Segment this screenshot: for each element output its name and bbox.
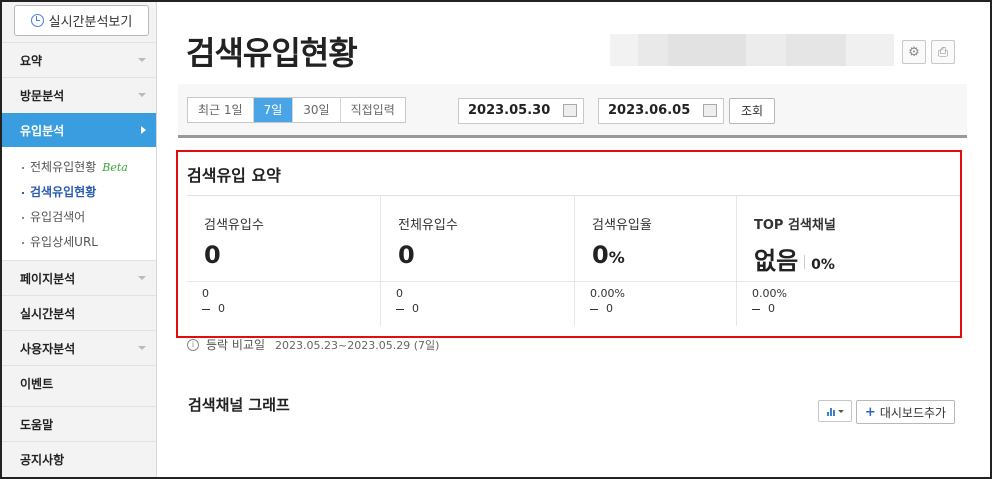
submenu-item-all-inflow[interactable]: 전체유입현황 Beta — [2, 155, 156, 180]
start-date-value: 2023.05.30 — [468, 103, 551, 118]
sidebar-item-label: 도움말 — [20, 417, 54, 432]
highlight-annotation-box — [176, 150, 962, 338]
realtime-analysis-button[interactable]: 실시간분석보기 — [14, 5, 149, 36]
sidebar-item-visit-analysis[interactable]: 방문분석 — [2, 77, 156, 112]
submenu-item-search-inflow[interactable]: 검색유입현황 — [2, 180, 156, 205]
compare-date-note: i 등락 비교일 2023.05.23~2023.05.29 (7일) — [187, 336, 439, 353]
end-date-input[interactable]: 2023.06.05 — [598, 98, 724, 124]
period-selector: 최근 1일 7일 30일 직접입력 — [187, 97, 406, 123]
calendar-icon[interactable] — [703, 104, 717, 117]
submenu-item-search-keywords[interactable]: 유입검색어 — [2, 205, 156, 230]
sidebar-item-label: 요약 — [20, 53, 43, 68]
sidebar-item-label: 유입분석 — [20, 124, 65, 138]
sidebar: 실시간분석보기 요약 방문분석 유입분석 전체유입현황 Beta 검색유입현황 유… — [2, 2, 157, 477]
end-date-value: 2023.06.05 — [608, 103, 691, 118]
add-to-dashboard-label: 대시보드추가 — [879, 405, 947, 420]
sidebar-item-events[interactable]: 이벤트 — [2, 365, 156, 400]
settings-button[interactable]: ⚙ — [902, 40, 926, 64]
compare-date-range: 2023.05.23~2023.05.29 (7일) — [275, 338, 440, 352]
period-custom[interactable]: 직접입력 — [341, 98, 405, 122]
bullet-icon — [22, 166, 24, 169]
add-to-dashboard-button[interactable]: + 대시보드추가 — [856, 400, 955, 424]
bullet-icon — [22, 216, 24, 219]
sidebar-item-label: 페이지분석 — [20, 271, 76, 286]
chevron-down-icon — [138, 276, 146, 280]
sidebar-item-notices[interactable]: 공지사항 — [2, 441, 156, 476]
bullet-icon — [22, 241, 24, 244]
caret-down-icon — [837, 409, 844, 413]
chevron-down-icon — [138, 93, 146, 97]
chart-type-dropdown[interactable] — [818, 400, 852, 422]
start-date-input[interactable]: 2023.05.30 — [458, 98, 584, 124]
sidebar-item-label: 사용자분석 — [20, 341, 76, 356]
submenu-item-detail-url[interactable]: 유입상세URL — [2, 230, 156, 255]
realtime-analysis-label: 실시간분석보기 — [48, 15, 133, 30]
period-1day[interactable]: 최근 1일 — [188, 98, 254, 122]
site-selector[interactable] — [610, 34, 894, 66]
main-content: 검색유입현황 ⚙ ⎙ 최근 1일 7일 30일 직접입력 2023.05.30 … — [158, 2, 990, 477]
sidebar-item-summary[interactable]: 요약 — [2, 42, 156, 77]
page-title: 검색유입현황 — [186, 34, 358, 72]
print-button[interactable]: ⎙ — [931, 40, 955, 64]
beta-badge: Beta — [102, 161, 128, 174]
sidebar-item-label: 공지사항 — [20, 452, 65, 467]
submenu-item-label: 검색유입현황 — [30, 185, 97, 199]
sidebar-item-label: 실시간분석 — [20, 306, 76, 321]
query-button[interactable]: 조회 — [729, 98, 775, 124]
chevron-right-icon — [141, 126, 146, 134]
sidebar-item-realtime-analysis[interactable]: 실시간분석 — [2, 295, 156, 330]
print-icon: ⎙ — [937, 44, 949, 60]
submenu-item-label: 유입상세URL — [30, 235, 98, 249]
sidebar-item-inflow-analysis[interactable]: 유입분석 — [2, 113, 156, 148]
compare-date-label: 등락 비교일 — [206, 338, 266, 352]
bar-chart-icon — [826, 407, 835, 416]
clock-icon — [30, 14, 44, 27]
chevron-down-icon — [138, 58, 146, 62]
submenu-item-label: 전체유입현황 — [30, 160, 97, 174]
date-filter-bar: 최근 1일 7일 30일 직접입력 2023.05.30 - 2023.06.0… — [178, 84, 967, 138]
sidebar-item-user-analysis[interactable]: 사용자분석 — [2, 330, 156, 365]
inflow-submenu: 전체유입현황 Beta 검색유입현황 유입검색어 유입상세URL — [2, 147, 156, 260]
sidebar-item-help[interactable]: 도움말 — [2, 406, 156, 441]
period-30days[interactable]: 30일 — [293, 98, 341, 122]
gear-icon: ⚙ — [908, 44, 920, 60]
plus-icon: + — [864, 404, 876, 420]
graph-title: 검색채널 그래프 — [188, 396, 290, 414]
bullet-icon — [22, 191, 24, 194]
sidebar-item-label: 방문분석 — [20, 88, 65, 103]
chevron-down-icon — [138, 346, 146, 350]
info-icon: i — [187, 338, 199, 351]
sidebar-item-page-analysis[interactable]: 페이지분석 — [2, 260, 156, 295]
submenu-item-label: 유입검색어 — [30, 210, 86, 224]
period-7days[interactable]: 7일 — [253, 98, 294, 122]
calendar-icon[interactable] — [563, 104, 577, 117]
sidebar-item-label: 이벤트 — [20, 376, 54, 391]
